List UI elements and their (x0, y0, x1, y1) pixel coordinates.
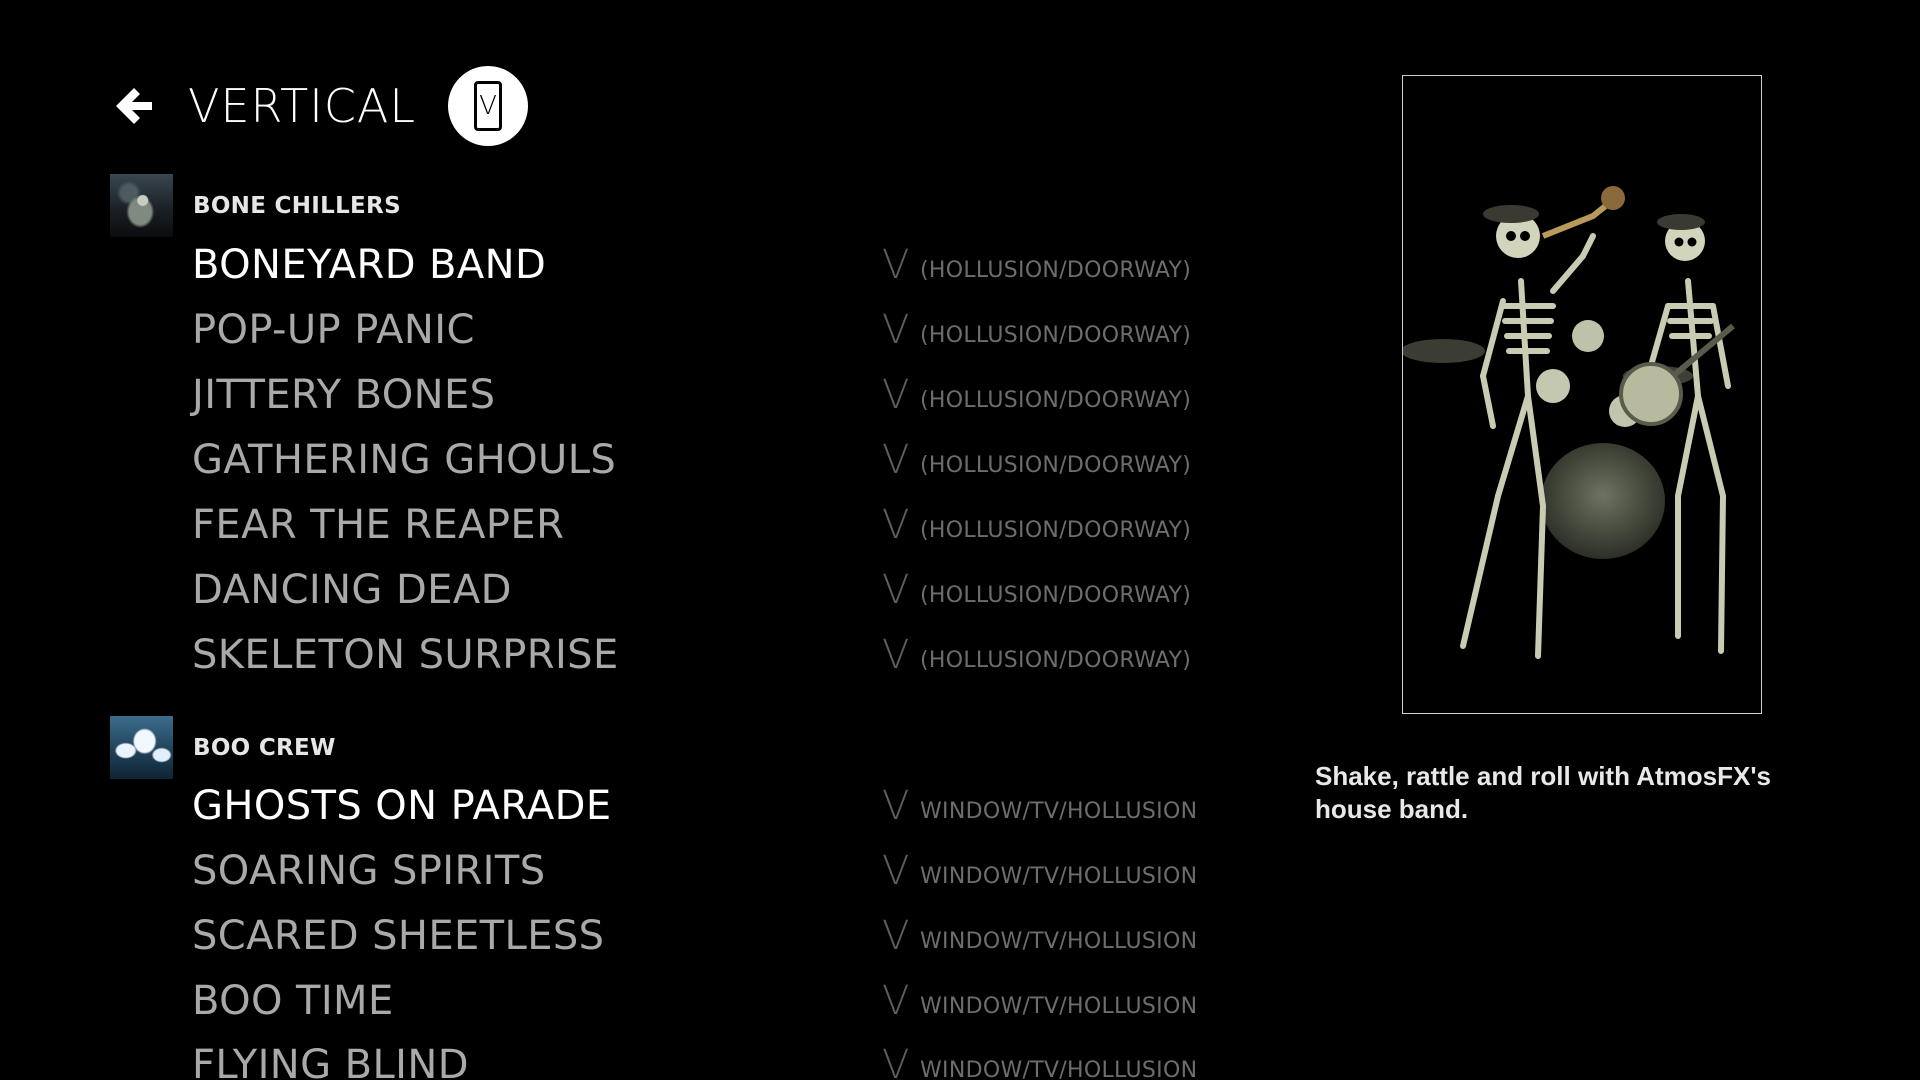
list-item-dancing-dead[interactable]: DANCING DEAD V (HOLLUSION/DOORWAY) (192, 561, 1232, 619)
vertical-format-icon: V (882, 307, 910, 353)
vertical-category-screen: VERTICAL V BONE CHILLERS BONEYARD BAND V… (0, 0, 1920, 1080)
vertical-format-icon: V (882, 437, 910, 483)
skeleton-band-preview (1403, 76, 1760, 712)
vertical-format-icon: V (882, 978, 910, 1024)
vertical-format-icon: V (882, 1042, 910, 1080)
item-title: GHOSTS ON PARADE (192, 783, 612, 829)
item-title: JITTERY BONES (192, 372, 496, 418)
vertical-format-icon: V (882, 502, 910, 548)
item-format: (HOLLUSION/DOORWAY) (920, 322, 1192, 348)
group-header-boo-crew: BOO CREW (110, 716, 336, 779)
vertical-format-icon: V (882, 783, 910, 829)
item-title: BONEYARD BAND (192, 242, 547, 288)
item-title: DANCING DEAD (192, 567, 512, 613)
list-item-scared-sheetless[interactable]: SCARED SHEETLESS V WINDOW/TV/HOLLUSION (192, 907, 1232, 965)
item-title: SKELETON SURPRISE (192, 632, 619, 678)
item-format: (HOLLUSION/DOORWAY) (920, 387, 1192, 413)
item-format: (HOLLUSION/DOORWAY) (920, 517, 1192, 543)
list-item-boneyard-band[interactable]: BONEYARD BAND V (HOLLUSION/DOORWAY) (192, 236, 1232, 294)
vertical-format-icon: V (882, 567, 910, 613)
item-format: (HOLLUSION/DOORWAY) (920, 452, 1192, 478)
list-item-gathering-ghouls[interactable]: GATHERING GHOULS V (HOLLUSION/DOORWAY) (192, 431, 1232, 489)
vertical-format-icon: V (882, 632, 910, 678)
item-title: SOARING SPIRITS (192, 848, 546, 894)
item-format: WINDOW/TV/HOLLUSION (920, 928, 1198, 954)
item-format: (HOLLUSION/DOORWAY) (920, 582, 1192, 608)
item-format: WINDOW/TV/HOLLUSION (920, 798, 1198, 824)
list-item-flying-blind[interactable]: FLYING BLIND V WINDOW/TV/HOLLUSION (192, 1036, 1232, 1080)
item-title: GATHERING GHOULS (192, 437, 617, 483)
effects-list: BONE CHILLERS BONEYARD BAND V (HOLLUSION… (0, 0, 1300, 1080)
ghosts-thumbnail (110, 716, 173, 779)
list-item-jittery-bones[interactable]: JITTERY BONES V (HOLLUSION/DOORWAY) (192, 366, 1232, 424)
item-title: POP-UP PANIC (192, 307, 475, 353)
vertical-format-icon: V (882, 848, 910, 894)
list-item-ghosts-on-parade[interactable]: GHOSTS ON PARADE V WINDOW/TV/HOLLUSION (192, 777, 1232, 835)
item-format: WINDOW/TV/HOLLUSION (920, 993, 1198, 1019)
item-title: SCARED SHEETLESS (192, 913, 605, 959)
item-title: BOO TIME (192, 978, 394, 1024)
list-item-fear-the-reaper[interactable]: FEAR THE REAPER V (HOLLUSION/DOORWAY) (192, 496, 1232, 554)
list-item-skeleton-surprise[interactable]: SKELETON SURPRISE V (HOLLUSION/DOORWAY) (192, 626, 1232, 684)
group-label: BOO CREW (193, 734, 336, 761)
preview-description: Shake, rattle and roll with AtmosFX's ho… (1315, 761, 1771, 824)
item-format: WINDOW/TV/HOLLUSION (920, 1057, 1198, 1080)
item-format: (HOLLUSION/DOORWAY) (920, 257, 1192, 283)
list-item-pop-up-panic[interactable]: POP-UP PANIC V (HOLLUSION/DOORWAY) (192, 301, 1232, 359)
vertical-format-icon: V (882, 913, 910, 959)
vertical-format-icon: V (882, 372, 910, 418)
item-title: FEAR THE REAPER (192, 502, 565, 548)
group-label: BONE CHILLERS (193, 192, 401, 219)
item-title: FLYING BLIND (192, 1042, 469, 1080)
preview-frame (1402, 75, 1762, 714)
list-item-boo-time[interactable]: BOO TIME V WINDOW/TV/HOLLUSION (192, 972, 1232, 1030)
item-format: WINDOW/TV/HOLLUSION (920, 863, 1198, 889)
skeleton-thumbnail (110, 174, 173, 237)
list-item-soaring-spirits[interactable]: SOARING SPIRITS V WINDOW/TV/HOLLUSION (192, 842, 1232, 900)
group-header-bone-chillers: BONE CHILLERS (110, 174, 401, 237)
vertical-format-icon: V (882, 242, 910, 288)
item-format: (HOLLUSION/DOORWAY) (920, 647, 1192, 673)
